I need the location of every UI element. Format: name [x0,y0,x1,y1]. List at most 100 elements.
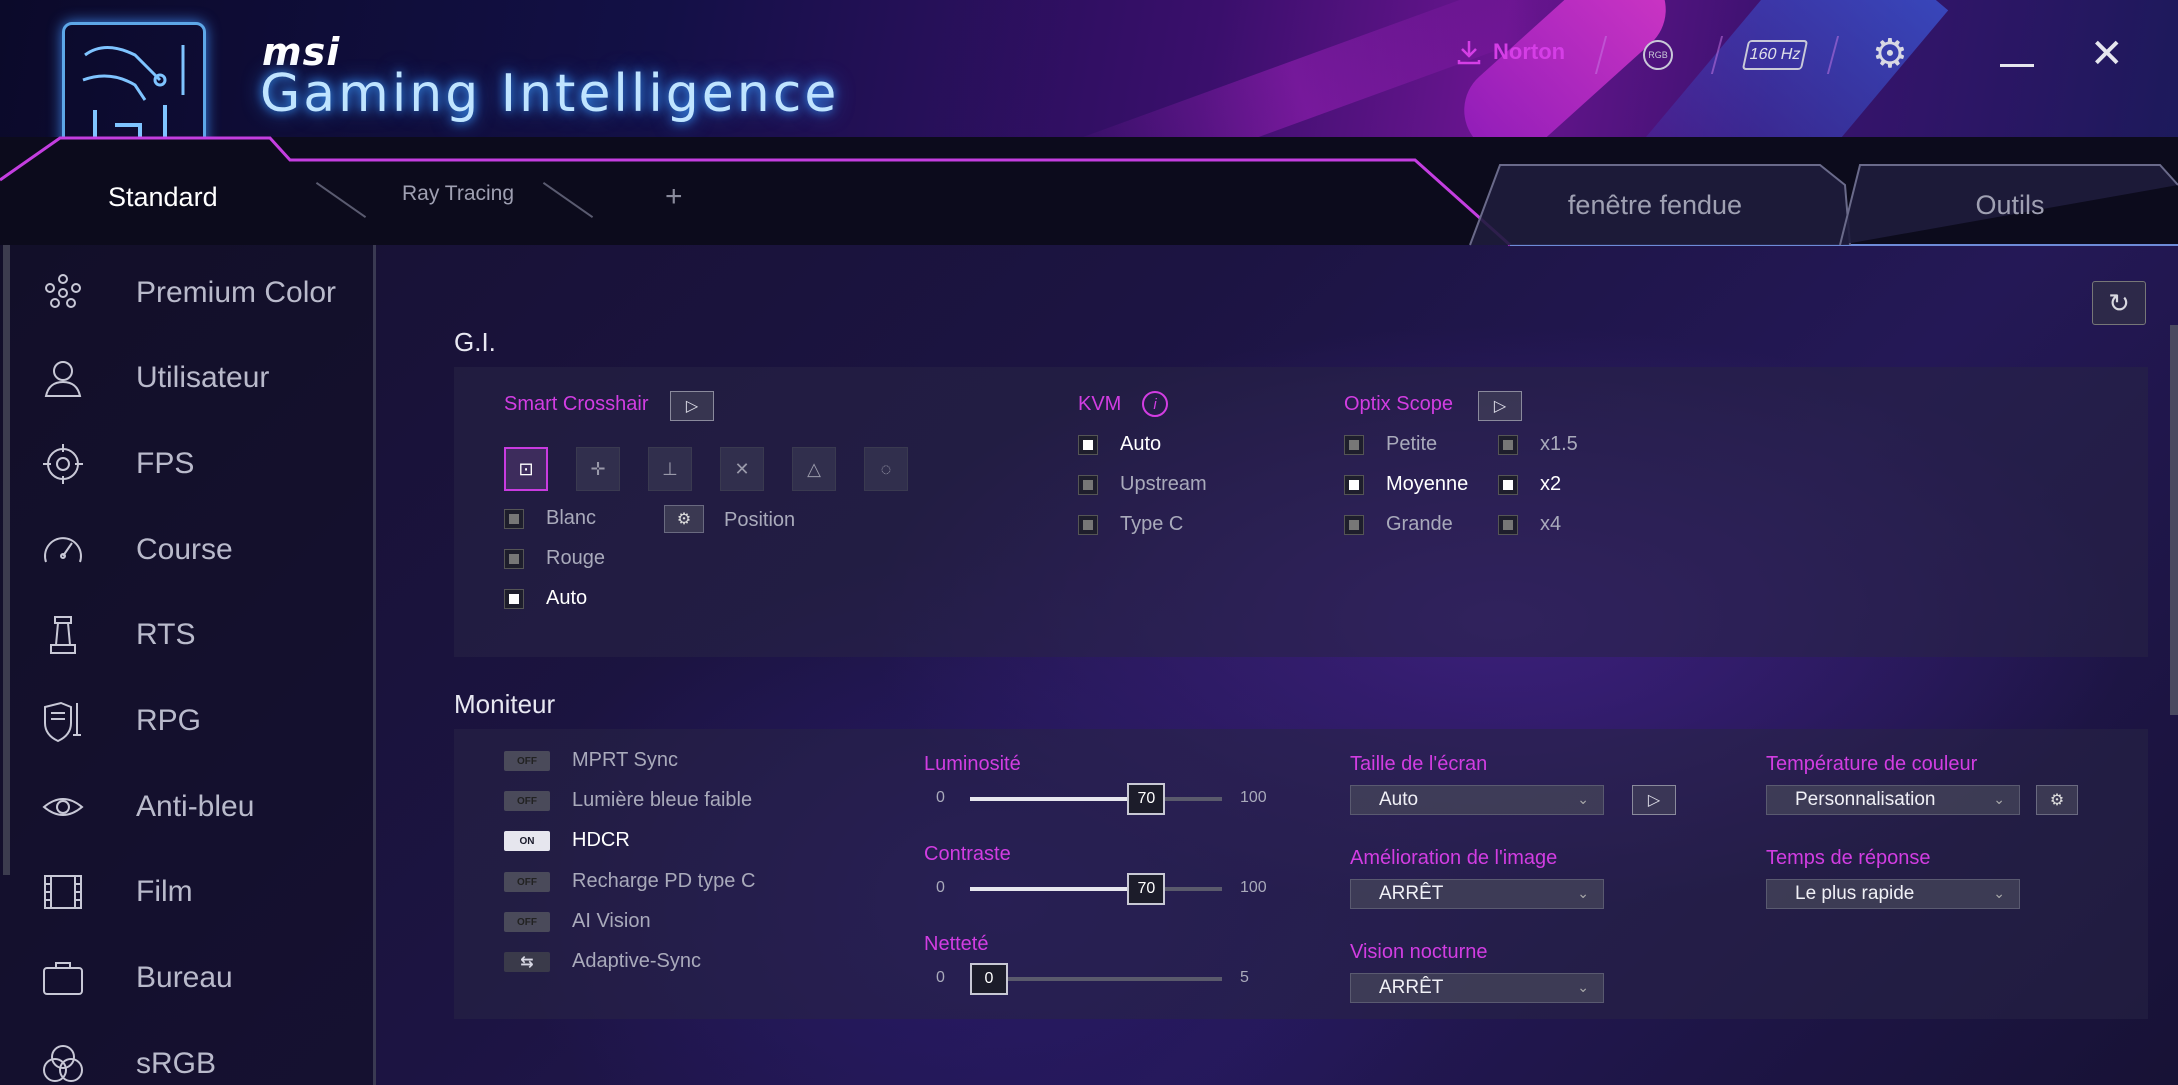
screen-size-play-button[interactable]: ▷ [1632,785,1676,815]
slider-fill [970,887,1147,891]
dropdown-value: ARRÊT [1379,977,1444,998]
image-enhancement-title: Amélioration de l'image [1350,847,1558,869]
checkbox-box [1344,515,1364,535]
scope-size-large-checkbox[interactable]: Grande [1344,513,1484,539]
scope-zoom-1-5-checkbox[interactable]: x1.5 [1498,433,1608,459]
crosshair-color-red-checkbox[interactable]: Rouge [504,547,654,573]
speedometer-icon [40,527,86,573]
tab-tools[interactable]: Outils [1845,165,2175,245]
position-gear-icon[interactable]: ⚙ [664,505,704,533]
color-temperature-title: Température de couleur [1766,753,1978,775]
chess-tower-icon [40,612,86,658]
sidebar-item-racing[interactable]: Course [0,515,370,585]
tab-ray-tracing[interactable]: Ray Tracing [402,182,514,206]
crosshair-style-5-icon[interactable]: △ [792,447,836,491]
slider-fill [970,797,1147,801]
shield-sword-icon [40,698,86,744]
rgb-icon[interactable]: RGB [1643,40,1673,70]
sidebar-item-srgb[interactable]: sRGB [0,1029,370,1085]
sidebar-item-office[interactable]: Bureau [0,943,370,1013]
sidebar-item-label: Utilisateur [136,361,270,394]
optix-scope-title: Optix Scope [1344,393,1453,415]
contrast-slider[interactable]: 0 70 100 [924,873,1267,905]
checkbox-label: Grande [1386,513,1453,535]
hdcr-toggle[interactable]: ON HDCR [504,829,764,855]
scope-zoom-4-checkbox[interactable]: x4 [1498,513,1608,539]
kvm-type-c-checkbox[interactable]: Type C [1078,513,1238,539]
checkbox-label: x4 [1540,513,1562,535]
crosshair-color-white-checkbox[interactable]: Blanc [504,507,654,533]
user-icon [40,355,86,401]
checkbox-box [1078,515,1098,535]
slider-track: 70 [970,873,1222,905]
close-icon[interactable]: ✕ [2090,34,2124,74]
adaptive-sync-toggle[interactable]: ⇆ Adaptive-Sync [504,950,764,976]
image-enhancement-dropdown[interactable]: ARRÊT ⌄ [1350,879,1604,909]
kvm-upstream-checkbox[interactable]: Upstream [1078,473,1238,499]
checkbox-box [504,589,524,609]
slider-thumb[interactable]: 0 [970,963,1008,995]
scope-size-small-checkbox[interactable]: Petite [1344,433,1484,459]
slider-track: 70 [970,783,1222,815]
pd-charge-type-c-toggle[interactable]: OFF Recharge PD type C [504,870,764,896]
kvm-auto-checkbox[interactable]: Auto [1078,433,1238,459]
sidebar-item-rpg[interactable]: RPG [0,686,370,756]
screen-size-title: Taille de l'écran [1350,753,1488,775]
sidebar-item-user[interactable]: Utilisateur [0,343,370,413]
info-icon[interactable]: i [1142,391,1168,417]
scope-zoom-2-checkbox[interactable]: x2 [1498,473,1608,499]
slider-max: 100 [1240,789,1267,806]
sidebar-item-anti-blue[interactable]: Anti-bleu [0,772,370,842]
crosshair-color-auto-checkbox[interactable]: Auto [504,587,654,613]
optix-scope-play-button[interactable]: ▷ [1478,391,1522,421]
toggle-switch: ON [504,831,550,851]
color-temperature-dropdown[interactable]: Personnalisation ⌄ [1766,785,2020,815]
tab-standard[interactable]: Standard [108,182,218,213]
sidebar-item-premium-color[interactable]: Premium Color [0,258,370,328]
crosshair-style-6-icon[interactable]: ◌ [864,447,908,491]
mprt-sync-toggle[interactable]: OFF MPRT Sync [504,749,764,775]
slider-min: 0 [936,879,945,896]
sharpness-slider[interactable]: 0 0 5 [924,963,1264,995]
download-icon [1457,41,1481,65]
sidebar-item-rts[interactable]: RTS [0,600,370,670]
checkbox-label: Blanc [546,507,597,529]
checkbox-box [1344,435,1364,455]
slider-thumb[interactable]: 70 [1127,783,1166,815]
crosshair-style-1-icon[interactable]: ⊡ [504,447,548,491]
low-blue-light-toggle[interactable]: OFF Lumière bleue faible [504,789,764,815]
response-time-dropdown[interactable]: Le plus rapide ⌄ [1766,879,2020,909]
night-vision-dropdown[interactable]: ARRÊT ⌄ [1350,973,1604,1003]
gi-panel: Smart Crosshair ▷ ⊡ ✛ ⊥ ✕ △ ◌ Blanc Roug… [454,367,2148,657]
slider-thumb[interactable]: 70 [1127,873,1166,905]
screen-size-dropdown[interactable]: Auto ⌄ [1350,785,1604,815]
add-tab-button[interactable]: + [665,182,683,212]
chevron-down-icon: ⌄ [1993,791,2005,807]
crosshair-style-4-icon[interactable]: ✕ [720,447,764,491]
toggle-label: Recharge PD type C [572,870,756,892]
night-vision-title: Vision nocturne [1350,941,1488,963]
settings-gear-icon[interactable]: ⚙ [1872,34,1908,74]
checkbox-label: Rouge [546,547,605,569]
tab-split-window[interactable]: fenêtre fendue [1470,165,1840,245]
norton-button[interactable]: Norton [1455,38,1565,66]
main-scrollbar[interactable] [2170,325,2178,715]
checkbox-box [1078,475,1098,495]
dropdown-value: ARRÊT [1379,883,1444,904]
refresh-rate-icon[interactable]: 160 Hz [1741,40,1809,70]
sidebar-item-label: FPS [136,447,195,480]
slider-track: 0 [970,963,1222,995]
reset-icon[interactable]: ↻ [2092,281,2146,325]
sidebar-item-fps[interactable]: FPS [0,429,370,499]
scope-size-medium-checkbox[interactable]: Moyenne [1344,473,1484,499]
ai-vision-toggle[interactable]: OFF AI Vision [504,910,764,936]
smart-crosshair-play-button[interactable]: ▷ [670,391,714,421]
minimize-button[interactable] [2000,30,2034,70]
crosshair-style-3-icon[interactable]: ⊥ [648,447,692,491]
toggle-label: AI Vision [572,910,651,932]
sidebar-item-film[interactable]: Film [0,857,370,927]
checkbox-box [504,549,524,569]
brightness-slider[interactable]: 0 70 100 [924,783,1267,815]
crosshair-style-2-icon[interactable]: ✛ [576,447,620,491]
color-temperature-gear-icon[interactable]: ⚙ [2036,785,2078,815]
